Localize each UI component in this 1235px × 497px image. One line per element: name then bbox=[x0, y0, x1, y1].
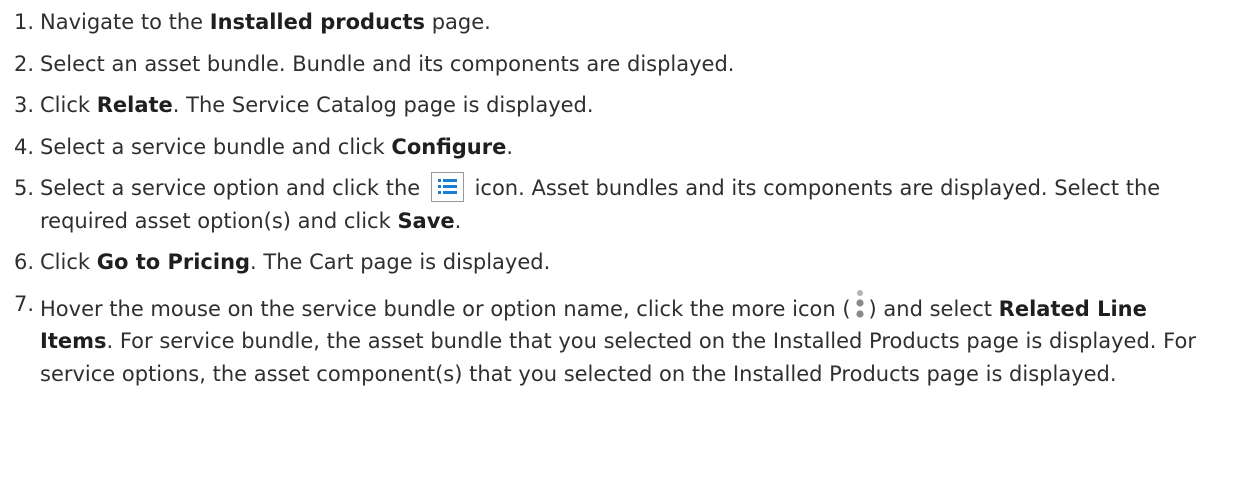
step-text: Click bbox=[40, 93, 97, 117]
step-text: . The Service Catalog page is displayed. bbox=[172, 93, 594, 117]
step-text: Click bbox=[40, 250, 97, 274]
step-text: Hover the mouse on the service bundle or… bbox=[40, 296, 851, 321]
step-number: 4. bbox=[14, 134, 35, 159]
step-1: 1. Navigate to the Installed products pa… bbox=[14, 6, 1224, 39]
step-text: Select a service option and click the bbox=[40, 176, 427, 200]
more-vertical-icon bbox=[851, 288, 869, 320]
step-6: 6. Click Go to Pricing. The Cart page is… bbox=[14, 246, 1224, 279]
step-2: 2. Select an asset bundle. Bundle and it… bbox=[14, 48, 1224, 81]
step-text: Navigate to the bbox=[40, 10, 210, 34]
step-text: Select a service bundle and click bbox=[40, 134, 392, 159]
list-icon bbox=[430, 172, 464, 202]
step-number: 6. bbox=[14, 250, 35, 274]
installed-products-label: Installed products bbox=[209, 10, 426, 34]
step-number: 1. bbox=[14, 10, 35, 34]
step-text: Select an asset bundle. Bundle and its c… bbox=[40, 51, 735, 76]
step-5: 5. Select a service option and click the… bbox=[14, 172, 1224, 237]
configure-label: Configure bbox=[391, 134, 507, 159]
step-number: 3. bbox=[14, 93, 35, 117]
step-3: 3. Click Relate. The Service Catalog pag… bbox=[14, 89, 1224, 122]
step-number: 7. bbox=[14, 291, 35, 316]
step-text: . bbox=[506, 134, 514, 159]
go-to-pricing-label: Go to Pricing bbox=[96, 250, 251, 274]
step-text: . bbox=[454, 208, 462, 233]
save-label: Save bbox=[397, 208, 455, 233]
step-number: 5. bbox=[14, 176, 35, 200]
step-text: page. bbox=[425, 10, 491, 34]
step-text: . For service bundle, the asset bundle t… bbox=[40, 329, 1196, 386]
step-number: 2. bbox=[14, 51, 35, 76]
step-7: 7. Hover the mouse on the service bundle… bbox=[14, 288, 1224, 391]
relate-label: Relate bbox=[96, 93, 173, 117]
step-text: . The Cart page is displayed. bbox=[250, 250, 551, 274]
step-text: ) and select bbox=[868, 296, 999, 321]
step-4: 4. Select a service bundle and click Con… bbox=[14, 131, 1224, 164]
instruction-steps: 1. Navigate to the Installed products pa… bbox=[0, 0, 1224, 390]
